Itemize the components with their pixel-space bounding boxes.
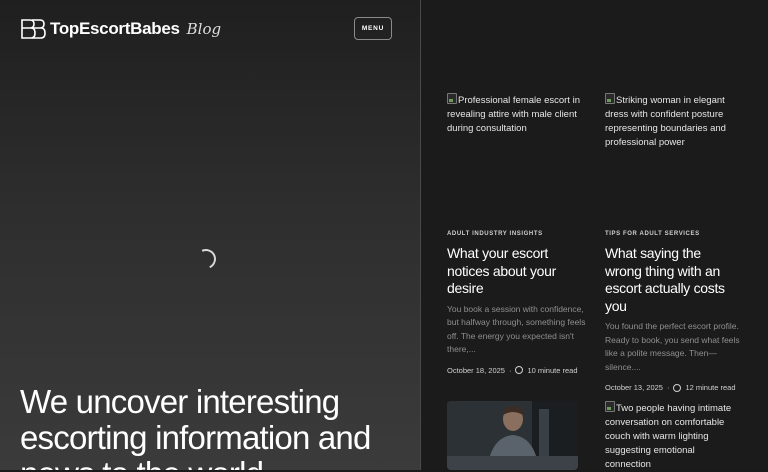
post-title[interactable]: What saying the wrong thing with an esco… xyxy=(605,245,740,315)
post-image[interactable]: Professional female escort in revealing … xyxy=(447,93,587,136)
post-image[interactable]: Two people having intimate conversation … xyxy=(605,401,740,472)
broken-image-icon xyxy=(605,93,615,104)
post-card-body: ADULT INDUSTRY INSIGHTS What your escort… xyxy=(447,231,587,375)
post-category[interactable]: ADULT INDUSTRY INSIGHTS xyxy=(447,231,587,237)
post-read-time: 10 minute read xyxy=(527,365,578,375)
post-image[interactable]: Striking woman in elegant dress with con… xyxy=(605,93,740,150)
logo-icon xyxy=(20,18,46,40)
broken-image-icon xyxy=(447,93,457,104)
post-card-body: TIPS FOR ADULT SERVICES What saying the … xyxy=(605,231,740,392)
broken-image-icon xyxy=(605,401,615,412)
meta-separator: · xyxy=(508,365,512,375)
post-card: Two people having intimate conversation … xyxy=(605,401,740,472)
brand-name: TopEscortBabes xyxy=(50,19,180,38)
clock-icon xyxy=(515,366,524,374)
brand-suffix: Blog xyxy=(186,20,222,38)
post-image-alt: Striking woman in elegant dress with con… xyxy=(605,95,726,148)
menu-button[interactable]: MENU xyxy=(354,17,392,40)
hero-panel: TopEscortBabes Blog MENU We uncover inte… xyxy=(0,0,421,470)
post-card: Professional female escort in revealing … xyxy=(447,93,587,136)
post-photo[interactable] xyxy=(447,401,578,470)
post-date: October 18, 2025 xyxy=(447,365,505,375)
meta-separator: · xyxy=(666,383,670,392)
loading-spinner-icon xyxy=(193,246,219,272)
post-category[interactable]: TIPS FOR ADULT SERVICES xyxy=(605,231,740,237)
post-excerpt: You book a session with confidence, but … xyxy=(447,303,586,355)
site-logo[interactable]: TopEscortBabes Blog xyxy=(20,18,221,40)
post-excerpt: You found the perfect escort profile. Re… xyxy=(605,321,740,372)
post-image-alt: Two people having intimate conversation … xyxy=(605,403,732,470)
post-card: Striking woman in elegant dress with con… xyxy=(605,93,740,150)
post-image-alt: Professional female escort in revealing … xyxy=(447,95,580,134)
post-date: October 13, 2025 xyxy=(605,383,663,392)
clock-icon xyxy=(673,383,682,392)
hero-headline: We uncover interesting escorting informa… xyxy=(20,383,371,471)
post-title[interactable]: What your escort notices about your desi… xyxy=(447,245,587,298)
post-read-time: 12 minute read xyxy=(685,383,736,392)
post-meta: October 13, 2025 · 12 minute read xyxy=(605,383,740,392)
post-meta: October 18, 2025 · 10 minute read xyxy=(447,366,587,375)
